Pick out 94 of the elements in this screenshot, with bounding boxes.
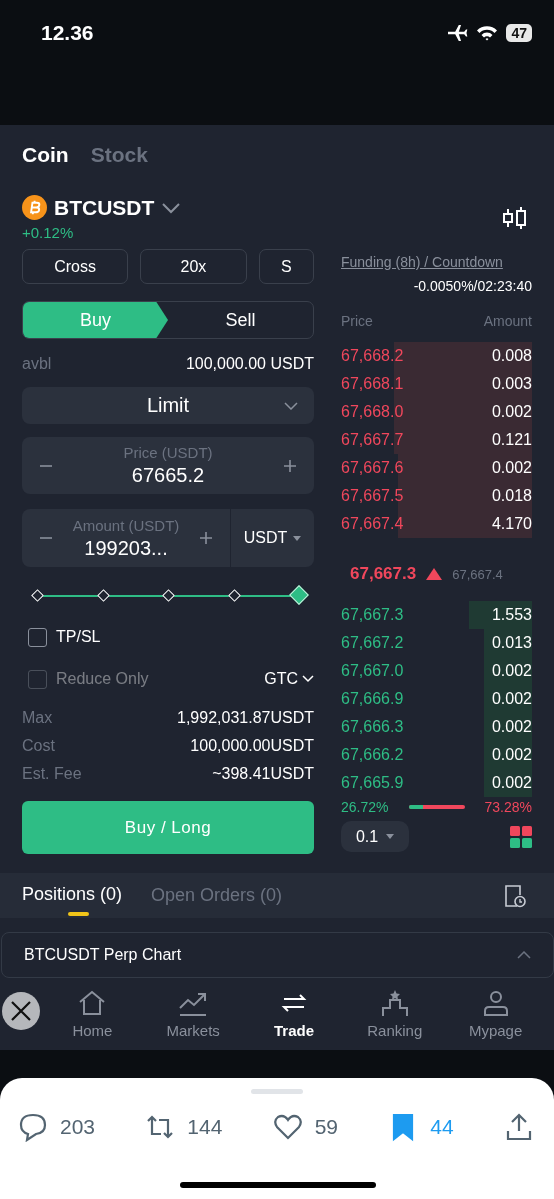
ask-price[interactable]: 67,667.5 — [341, 487, 404, 505]
bid-amount: 1.553 — [491, 606, 532, 624]
candlestick-icon[interactable] — [502, 205, 528, 231]
available-value: 100,000.00 USDT — [185, 355, 314, 373]
like-button[interactable]: 59 — [272, 1112, 339, 1142]
funding-value: -0.0050%/02:23:40 — [412, 278, 532, 294]
bid-amount: 0.013 — [491, 634, 532, 652]
last-price: 67,667.3 — [350, 564, 417, 584]
book-layout-icon[interactable] — [510, 825, 532, 848]
margin-option-button[interactable]: S — [258, 249, 314, 284]
nav-tab[interactable]: Ranking — [363, 988, 426, 1050]
up-triangle-icon — [426, 568, 443, 580]
nav-tab[interactable]: Markets — [162, 988, 225, 1050]
funding-link[interactable]: Funding (8h) / Countdown — [341, 254, 532, 270]
price-field[interactable]: Price (USDT) 67665.2 — [22, 437, 314, 494]
plus-icon[interactable] — [284, 459, 296, 472]
close-button[interactable] — [2, 992, 40, 1030]
chevron-down-icon — [302, 675, 314, 683]
ask-amount: 0.002 — [491, 459, 532, 477]
reply-icon — [18, 1112, 48, 1142]
price-change: +0.12% — [22, 224, 75, 241]
margin-option-button[interactable]: 20x — [140, 249, 247, 284]
ask-amount: 0.121 — [491, 431, 532, 449]
nav-tab[interactable]: Trade — [263, 988, 325, 1050]
column-header: Price — [341, 313, 373, 329]
ask-amount: 0.003 — [491, 375, 532, 393]
summary-value: ~398.41USDT — [212, 765, 314, 783]
margin-option-button[interactable]: Cross — [22, 249, 129, 284]
ask-price[interactable]: 67,668.1 — [341, 375, 404, 393]
ask-amount: 4.170 — [491, 515, 532, 533]
ask-amount: 0.002 — [491, 403, 532, 421]
bid-price[interactable]: 67,667.0 — [341, 662, 404, 680]
summary-value: 1,992,031.87USDT — [177, 709, 314, 727]
chevron-down-icon — [284, 402, 298, 410]
column-header: Amount — [483, 313, 532, 329]
summary-label: Cost — [22, 737, 55, 755]
amount-field[interactable]: Amount (USDT) 199203... — [22, 509, 231, 567]
bid-price[interactable]: 67,666.3 — [341, 718, 404, 736]
unit-select[interactable]: USDT — [231, 509, 314, 567]
side-tab[interactable]: Sell — [168, 302, 313, 338]
ratio-bar — [408, 805, 465, 809]
share-icon — [504, 1112, 534, 1142]
bid-amount: 0.002 — [491, 662, 532, 680]
chevron-up-icon[interactable] — [517, 951, 531, 959]
repost-button[interactable]: 144 — [145, 1112, 223, 1142]
history-icon[interactable] — [504, 883, 526, 908]
ask-amount: 0.018 — [491, 487, 532, 505]
chart-panel-title: BTCUSDT Perp Chart — [24, 946, 182, 964]
reply-button[interactable]: 203 — [18, 1112, 96, 1142]
order-type-select[interactable]: Limit — [22, 387, 314, 424]
plus-icon[interactable] — [200, 532, 212, 544]
wifi-icon — [476, 25, 499, 41]
buy-ratio: 26.72% — [341, 799, 389, 815]
ask-price[interactable]: 67,667.4 — [341, 515, 404, 533]
ask-amount: 0.008 — [491, 347, 532, 365]
available-label: avbl — [22, 355, 52, 373]
bid-price[interactable]: 67,667.2 — [341, 634, 404, 652]
status-time: 12.36 — [41, 20, 94, 46]
summary-value: 100,000.00USDT — [190, 737, 314, 755]
orders-tab[interactable]: Positions (0) — [22, 873, 123, 918]
bid-price[interactable]: 67,666.2 — [341, 746, 404, 764]
ask-price[interactable]: 67,667.7 — [341, 431, 404, 449]
mark-price: 67,667.4 — [452, 566, 503, 582]
sheet-handle[interactable] — [251, 1089, 303, 1094]
close-icon — [10, 1000, 32, 1022]
battery-level: 47 — [506, 24, 532, 42]
time-in-force-select[interactable]: GTC — [264, 670, 314, 688]
like-icon — [272, 1112, 303, 1142]
pair-symbol[interactable]: BTCUSDT — [54, 195, 155, 220]
ask-price[interactable]: 67,668.0 — [341, 403, 404, 421]
bid-amount: 0.002 — [491, 774, 532, 792]
bid-price[interactable]: 67,665.9 — [341, 774, 404, 792]
summary-label: Est. Fee — [22, 765, 82, 783]
precision-select[interactable]: 0.1 — [341, 821, 409, 852]
bid-amount: 0.002 — [491, 690, 532, 708]
sell-ratio: 73.28% — [484, 799, 532, 815]
bid-price[interactable]: 67,666.9 — [341, 690, 404, 708]
chevron-down-icon[interactable] — [161, 201, 182, 214]
bid-amount: 0.002 — [491, 746, 532, 764]
ask-price[interactable]: 67,667.6 — [341, 459, 404, 477]
share-button[interactable] — [504, 1112, 534, 1142]
bitcoin-icon — [22, 195, 47, 220]
market-tab[interactable]: Coin — [22, 143, 69, 167]
chart-panel[interactable]: BTCUSDT Perp Chart — [1, 932, 554, 978]
caret-icon — [293, 535, 302, 541]
bid-price[interactable]: 67,667.3 — [341, 606, 404, 624]
nav-tab[interactable]: Home — [61, 988, 124, 1050]
nav-tab[interactable]: Mypage — [464, 988, 527, 1050]
bid-amount: 0.002 — [491, 718, 532, 736]
caret-icon — [386, 834, 395, 839]
summary-label: Max — [22, 709, 53, 727]
airplane-icon — [446, 24, 469, 42]
checkbox[interactable]: TP/SL — [28, 627, 101, 647]
ask-price[interactable]: 67,668.2 — [341, 347, 404, 365]
